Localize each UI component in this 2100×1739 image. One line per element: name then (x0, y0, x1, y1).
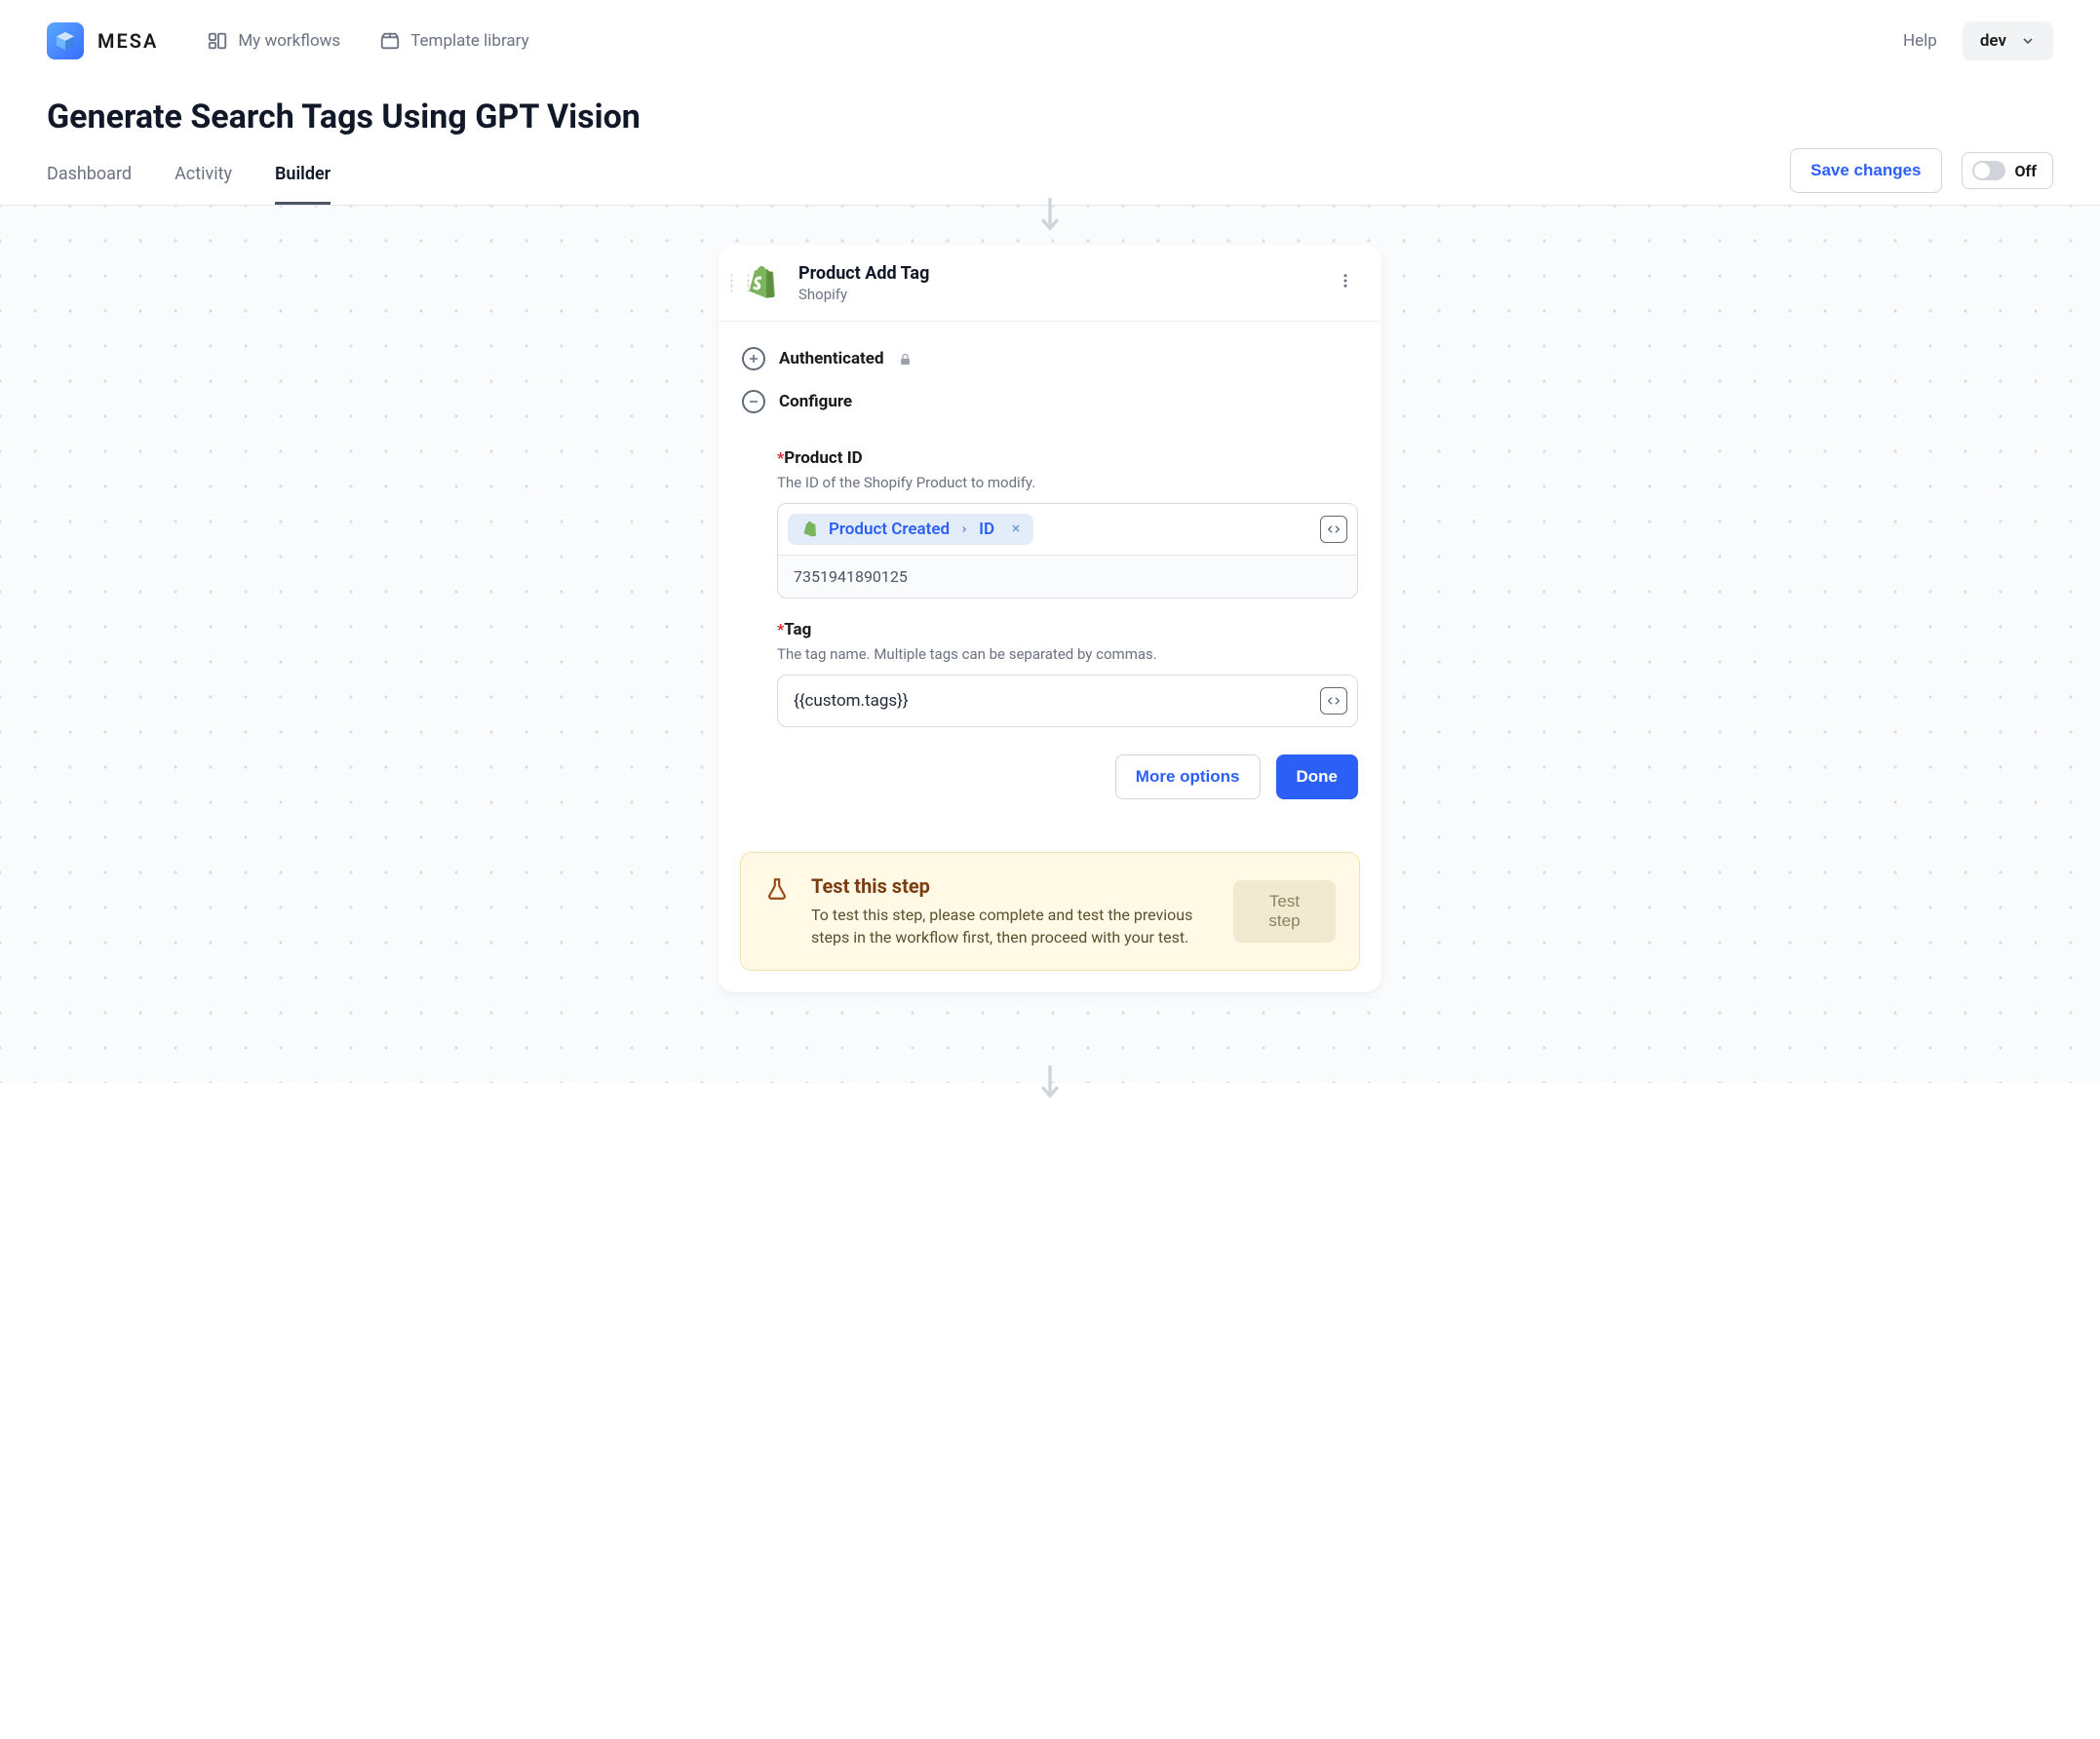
kebab-icon (1337, 272, 1354, 290)
field-tag-label-row: *Tag (777, 620, 1358, 639)
tag-input[interactable]: {{custom.tags}} (777, 675, 1358, 727)
insert-variable-button[interactable] (1320, 687, 1347, 715)
tab-builder[interactable]: Builder (275, 144, 331, 205)
drag-handle-icon[interactable]: ⋮⋮⋮⋮ (724, 277, 758, 289)
top-bar: MESA My workflows Template library Help … (0, 0, 2100, 68)
brand-mark (47, 22, 84, 59)
test-step-button: Test step (1233, 880, 1336, 943)
env-switcher[interactable]: dev (1963, 21, 2053, 60)
tabs: Dashboard Activity Builder (47, 144, 331, 205)
code-icon (1326, 522, 1342, 537)
chevron-right-icon (959, 524, 969, 534)
field-tag-label: Tag (784, 620, 811, 639)
step-provider: Shopify (798, 286, 929, 303)
section-configure-label: Configure (779, 392, 852, 411)
variable-token[interactable]: Product Created ID (788, 514, 1033, 545)
field-product-id-label-row: *Product ID (777, 448, 1358, 468)
workflow-enable-toggle[interactable]: Off (1962, 152, 2053, 189)
topbar-right: Help dev (1903, 21, 2053, 60)
test-step-banner: Test this step To test this step, please… (740, 852, 1360, 971)
field-product-id: *Product ID The ID of the Shopify Produc… (777, 448, 1358, 599)
minus-circle-icon (742, 390, 765, 413)
workflows-icon (207, 30, 228, 52)
subnav: Dashboard Activity Builder Save changes … (0, 144, 2100, 206)
cube-icon (55, 30, 76, 52)
arrow-down-icon (1036, 198, 1064, 237)
section-configure[interactable]: Configure (742, 378, 1358, 421)
nav-my-workflows-label: My workflows (238, 31, 340, 51)
brand-logo[interactable]: MESA (47, 22, 158, 59)
help-link[interactable]: Help (1903, 31, 1937, 51)
lock-icon (898, 352, 913, 367)
test-step-body: To test this step, please complete and t… (811, 904, 1212, 948)
field-tag-desc: The tag name. Multiple tags can be separ… (777, 645, 1358, 663)
builder-canvas: ⋮⋮⋮⋮ Product Add Tag Shopify Authenticat… (0, 206, 2100, 1083)
nav-my-workflows[interactable]: My workflows (207, 30, 340, 52)
step-title: Product Add Tag (798, 263, 929, 284)
save-changes-button[interactable]: Save changes (1790, 148, 1941, 193)
insert-variable-button[interactable] (1320, 516, 1347, 543)
product-id-resolved: 7351941890125 (778, 555, 1357, 598)
close-icon (1010, 522, 1022, 534)
section-authenticated[interactable]: Authenticated (742, 335, 1358, 378)
nav-template-library-label: Template library (410, 31, 528, 51)
page-title: Generate Search Tags Using GPT Vision (0, 68, 2100, 144)
token-source: Product Created (829, 520, 950, 539)
code-icon (1326, 693, 1342, 709)
step-header: ⋮⋮⋮⋮ Product Add Tag Shopify (719, 245, 1381, 322)
remove-token-button[interactable] (1010, 520, 1022, 539)
section-authenticated-label: Authenticated (779, 349, 884, 368)
brand-name: MESA (97, 29, 158, 53)
package-icon (379, 30, 401, 52)
more-options-button[interactable]: More options (1115, 754, 1261, 799)
step-card: ⋮⋮⋮⋮ Product Add Tag Shopify Authenticat… (719, 245, 1381, 992)
tab-dashboard[interactable]: Dashboard (47, 144, 132, 205)
subnav-actions: Save changes Off (1790, 148, 2053, 201)
main-nav: My workflows Template library (207, 30, 528, 52)
toggle-switch[interactable] (1972, 161, 2005, 180)
plus-circle-icon (742, 347, 765, 370)
token-field: ID (979, 520, 994, 539)
configure-fields: *Product ID The ID of the Shopify Produc… (742, 421, 1358, 799)
step-menu-button[interactable] (1331, 267, 1360, 298)
chevron-down-icon (2020, 33, 2036, 49)
field-tag: *Tag The tag name. Multiple tags can be … (777, 620, 1358, 727)
arrow-down-icon (1036, 1065, 1064, 1104)
configure-actions: More options Done (777, 754, 1358, 799)
step-title-block: Product Add Tag Shopify (798, 263, 929, 303)
tag-value: {{custom.tags}} (794, 691, 909, 711)
done-button[interactable]: Done (1276, 754, 1359, 799)
nav-template-library[interactable]: Template library (379, 30, 528, 52)
tab-activity[interactable]: Activity (175, 144, 232, 205)
product-id-input[interactable]: Product Created ID 73519418 (777, 503, 1358, 599)
env-label: dev (1980, 31, 2006, 51)
step-body: Authenticated Configure *Product ID The … (719, 322, 1381, 823)
test-step-title: Test this step (811, 874, 1212, 898)
toggle-label: Off (2015, 162, 2037, 180)
shopify-icon (799, 520, 819, 539)
field-product-id-desc: The ID of the Shopify Product to modify. (777, 474, 1358, 491)
test-step-text: Test this step To test this step, please… (811, 874, 1212, 948)
flask-icon (764, 876, 790, 902)
field-product-id-label: Product ID (784, 448, 862, 468)
